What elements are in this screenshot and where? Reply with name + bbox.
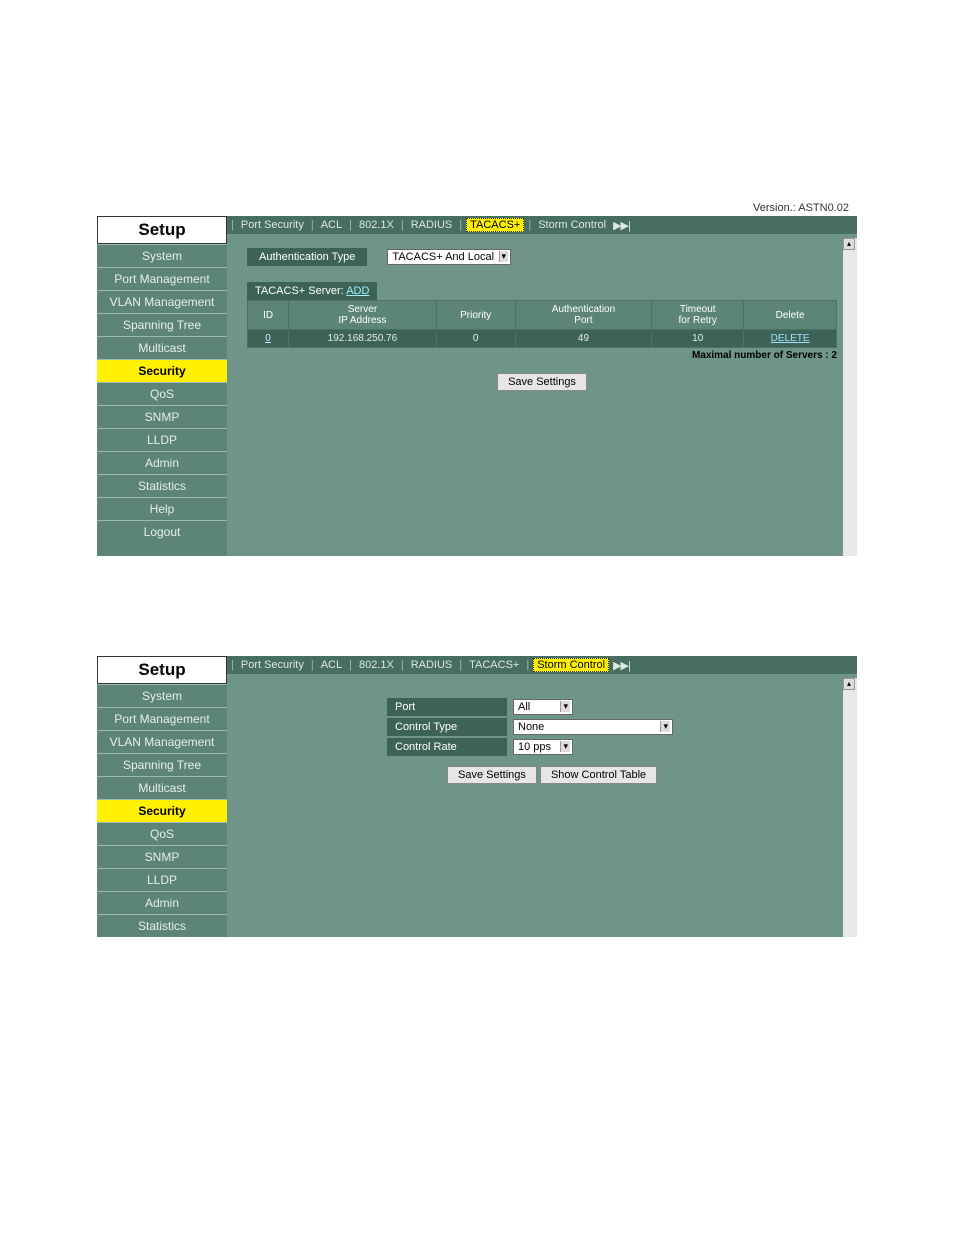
tab-8021x[interactable]: 802.1X xyxy=(356,658,397,672)
auth-type-select[interactable]: TACACS+ And Local xyxy=(387,249,511,265)
col-priority: Priority xyxy=(436,301,515,330)
sidebar: Setup System Port Management VLAN Manage… xyxy=(97,656,227,937)
server-id-link[interactable]: 0 xyxy=(265,333,271,344)
version-label: Version.: ASTN0.02 xyxy=(97,200,857,216)
sidebar-item-security[interactable]: Security xyxy=(97,359,227,382)
port-select[interactable]: All xyxy=(513,699,573,715)
sidebar-item-system[interactable]: System xyxy=(97,684,227,707)
server-priority: 0 xyxy=(436,330,515,348)
tab-scroll-right-icon[interactable]: ▶▶| xyxy=(613,659,630,672)
auth-type-label: Authentication Type xyxy=(247,248,367,266)
sidebar: Setup System Port Management VLAN Manage… xyxy=(97,216,227,556)
sidebar-item-system[interactable]: System xyxy=(97,244,227,267)
sidebar-title: Setup xyxy=(97,656,227,684)
sidebar-item-statistics[interactable]: Statistics xyxy=(97,914,227,937)
sidebar-title: Setup xyxy=(97,216,227,244)
sidebar-item-help[interactable]: Help xyxy=(97,497,227,520)
tab-tacacs[interactable]: TACACS+ xyxy=(466,658,522,672)
tacacs-server-header: TACACS+ Server: ADD xyxy=(247,282,377,300)
tab-radius[interactable]: RADIUS xyxy=(408,658,456,672)
delete-server-link[interactable]: DELETE xyxy=(771,333,810,344)
tab-acl[interactable]: ACL xyxy=(318,658,345,672)
tab-storm-control[interactable]: Storm Control xyxy=(535,218,609,232)
sidebar-item-admin[interactable]: Admin xyxy=(97,451,227,474)
sidebar-item-logout[interactable]: Logout xyxy=(97,520,227,543)
col-delete: Delete xyxy=(744,301,837,330)
save-settings-button[interactable]: Save Settings xyxy=(447,766,537,784)
sidebar-item-lldp[interactable]: LLDP xyxy=(97,428,227,451)
tacacs-server-header-text: TACACS+ Server: xyxy=(255,285,344,297)
sidebar-item-qos[interactable]: QoS xyxy=(97,382,227,405)
server-port: 49 xyxy=(515,330,652,348)
tab-radius[interactable]: RADIUS xyxy=(408,218,456,232)
tab-bar: | Port Security | ACL | 802.1X | RADIUS … xyxy=(227,216,857,234)
add-server-link[interactable]: ADD xyxy=(346,285,369,297)
sidebar-item-snmp[interactable]: SNMP xyxy=(97,845,227,868)
tab-8021x[interactable]: 802.1X xyxy=(356,218,397,232)
tab-tacacs[interactable]: TACACS+ xyxy=(466,218,524,232)
tab-acl[interactable]: ACL xyxy=(318,218,345,232)
sidebar-item-lldp[interactable]: LLDP xyxy=(97,868,227,891)
show-control-table-button[interactable]: Show Control Table xyxy=(540,766,657,784)
server-table: ID ServerIP Address Priority Authenticat… xyxy=(247,300,837,348)
sidebar-item-vlan-management[interactable]: VLAN Management xyxy=(97,730,227,753)
content-area: | Port Security | ACL | 802.1X | RADIUS … xyxy=(227,656,857,937)
port-label: Port xyxy=(387,698,507,716)
server-ip: 192.168.250.76 xyxy=(289,330,437,348)
sidebar-item-port-management[interactable]: Port Management xyxy=(97,707,227,730)
col-timeout: Timeoutfor Retry xyxy=(652,301,744,330)
tab-bar: | Port Security | ACL | 802.1X | RADIUS … xyxy=(227,656,857,674)
tab-port-security[interactable]: Port Security xyxy=(238,658,307,672)
sidebar-item-multicast[interactable]: Multicast xyxy=(97,336,227,359)
table-row: 0 192.168.250.76 0 49 10 DELETE xyxy=(248,330,837,348)
col-auth-port: AuthenticationPort xyxy=(515,301,652,330)
sidebar-item-spanning-tree[interactable]: Spanning Tree xyxy=(97,313,227,336)
sidebar-item-security[interactable]: Security xyxy=(97,799,227,822)
server-timeout: 10 xyxy=(652,330,744,348)
tab-port-security[interactable]: Port Security xyxy=(238,218,307,232)
sidebar-item-vlan-management[interactable]: VLAN Management xyxy=(97,290,227,313)
content-area: | Port Security | ACL | 802.1X | RADIUS … xyxy=(227,216,857,556)
max-servers-note: Maximal number of Servers : 2 xyxy=(247,350,837,361)
save-settings-button[interactable]: Save Settings xyxy=(497,373,587,391)
sidebar-item-admin[interactable]: Admin xyxy=(97,891,227,914)
col-id: ID xyxy=(248,301,289,330)
control-rate-label: Control Rate xyxy=(387,738,507,756)
sidebar-item-snmp[interactable]: SNMP xyxy=(97,405,227,428)
col-ip: ServerIP Address xyxy=(289,301,437,330)
control-rate-select[interactable]: 10 pps xyxy=(513,739,573,755)
sidebar-item-statistics[interactable]: Statistics xyxy=(97,474,227,497)
sidebar-item-qos[interactable]: QoS xyxy=(97,822,227,845)
sidebar-item-multicast[interactable]: Multicast xyxy=(97,776,227,799)
control-type-label: Control Type xyxy=(387,718,507,736)
control-type-select[interactable]: None xyxy=(513,719,673,735)
tab-storm-control[interactable]: Storm Control xyxy=(533,658,609,672)
sidebar-item-spanning-tree[interactable]: Spanning Tree xyxy=(97,753,227,776)
sidebar-item-port-management[interactable]: Port Management xyxy=(97,267,227,290)
tab-scroll-right-icon[interactable]: ▶▶| xyxy=(613,219,630,232)
